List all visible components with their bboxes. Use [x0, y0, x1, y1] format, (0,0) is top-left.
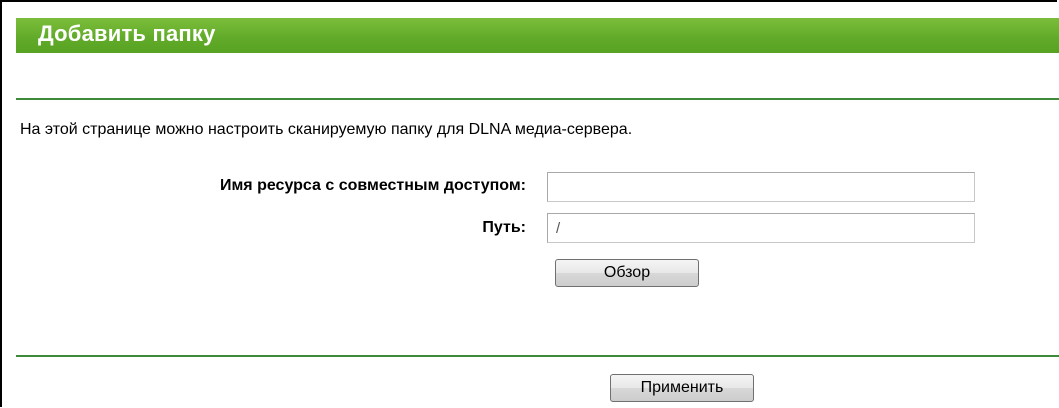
browse-button[interactable]: Обзор [555, 259, 699, 287]
apply-button[interactable]: Применить [610, 374, 754, 402]
path-input[interactable] [547, 213, 975, 243]
path-label: Путь: [482, 219, 526, 236]
page-header: Добавить папку [16, 18, 1059, 53]
divider-top [16, 98, 1059, 100]
page-title: Добавить папку [38, 21, 216, 46]
share-name-label: Имя ресурса с совместным доступом: [219, 177, 526, 194]
page-frame: Добавить папку На этой странице можно на… [0, 0, 1059, 407]
share-name-input[interactable] [547, 172, 975, 202]
divider-bottom [16, 355, 1059, 357]
page-description: На этой странице можно настроить сканиру… [20, 121, 633, 138]
